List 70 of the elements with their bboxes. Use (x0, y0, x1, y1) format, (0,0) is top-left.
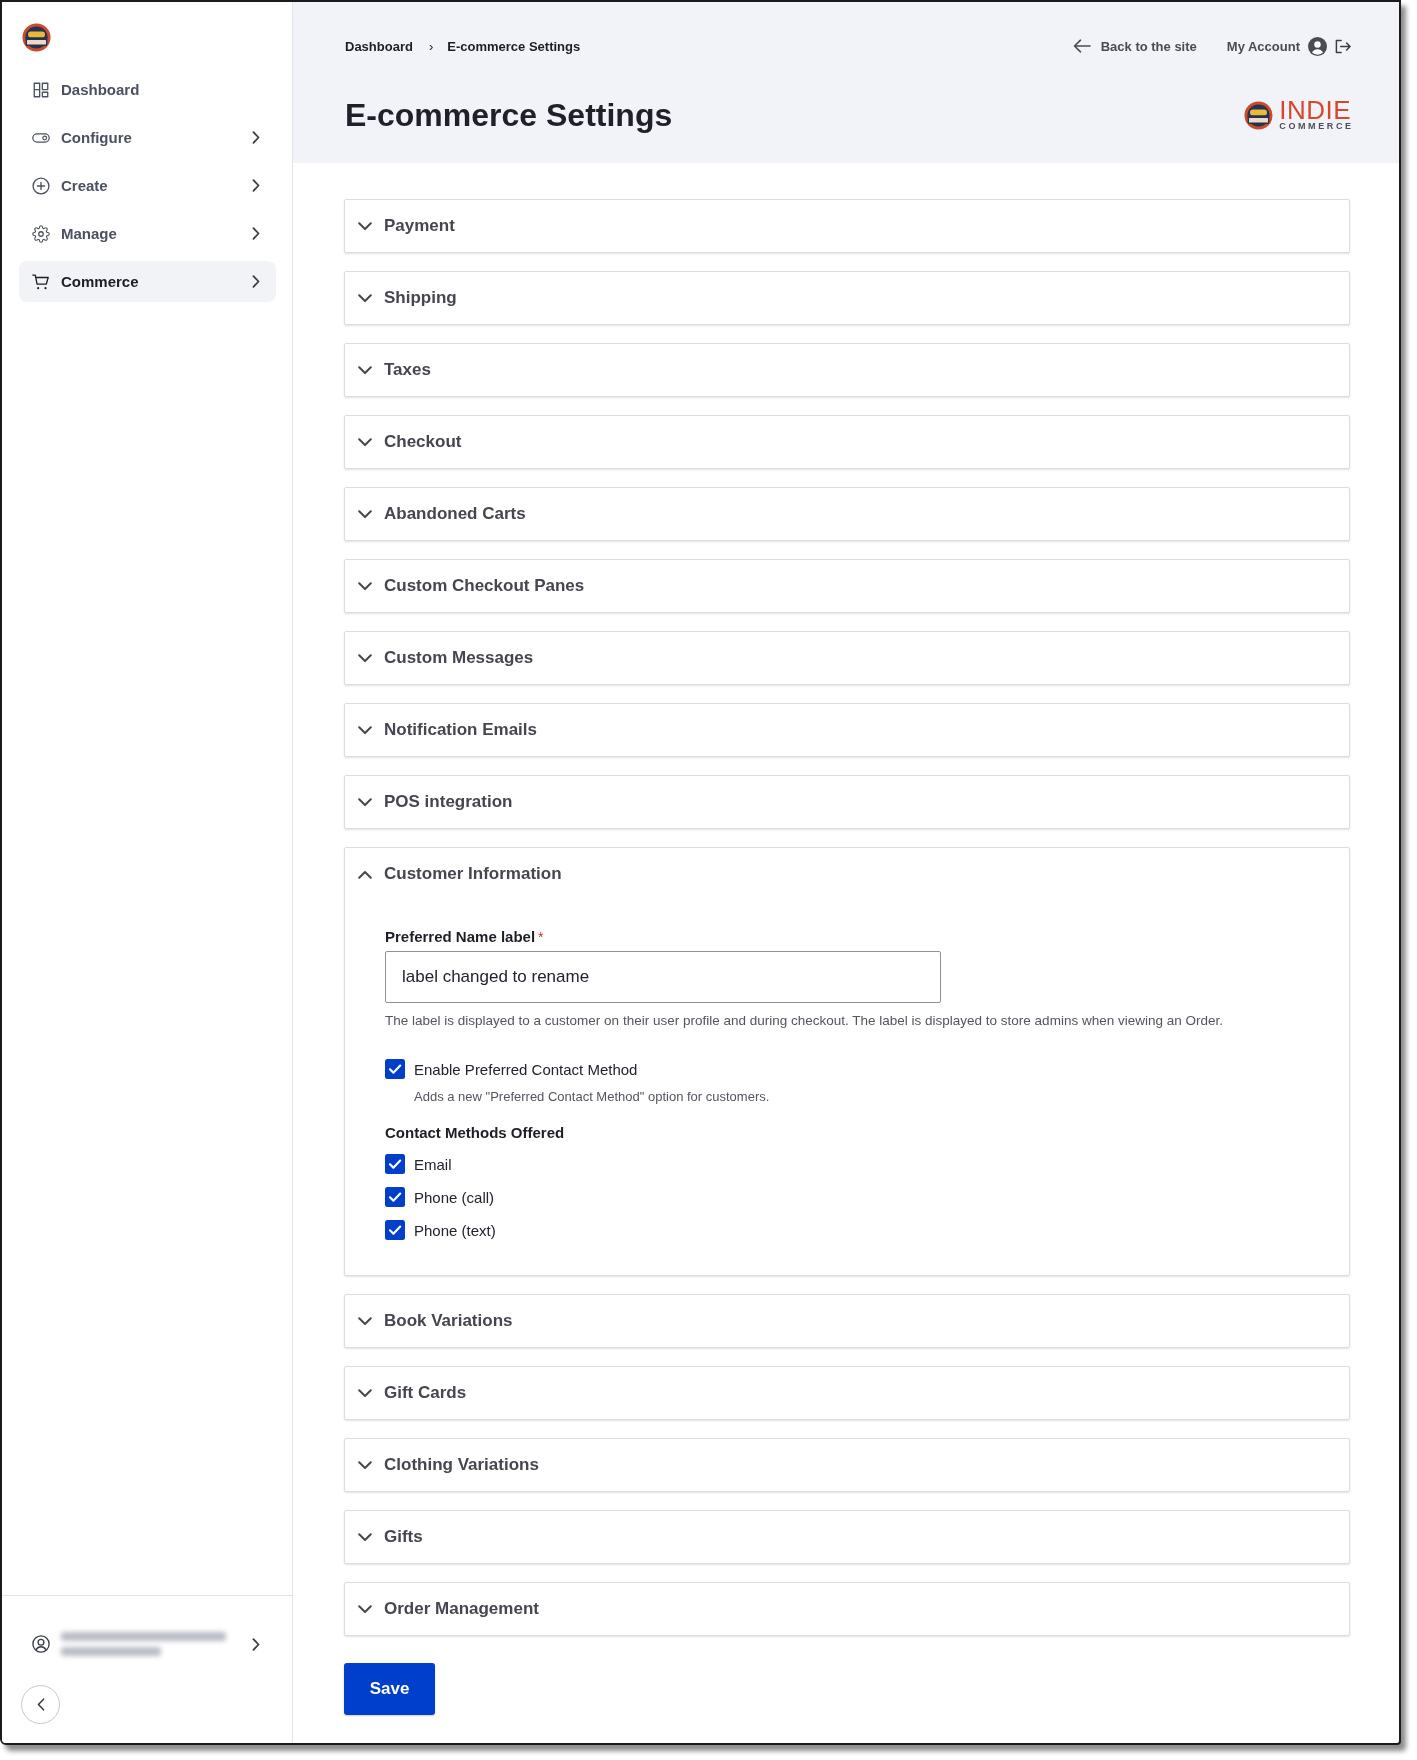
accordion-header[interactable]: Shipping (345, 272, 1349, 324)
arrow-left-icon (1072, 39, 1091, 53)
accordion-header[interactable]: Gifts (345, 1511, 1349, 1563)
save-button[interactable]: Save (344, 1663, 435, 1715)
breadcrumb-separator: › (428, 38, 434, 54)
chevron-down-icon (358, 1388, 372, 1398)
accordion-header[interactable]: Abandoned Carts (345, 488, 1349, 540)
sidebar-item[interactable]: Dashboard (19, 69, 276, 110)
page-title: E-commerce Settings (345, 96, 673, 135)
required-marker: * (538, 928, 544, 946)
plus-circle-icon (32, 176, 50, 195)
user-avatar-icon[interactable] (1308, 36, 1327, 56)
sidebar-item[interactable]: Configure (19, 117, 276, 158)
dashboard-icon (32, 80, 50, 99)
checkbox[interactable] (385, 1187, 405, 1207)
gear-icon (32, 224, 50, 243)
help-text: The label is displayed to a customer on their user profile and during checkout. The label is displayed to store admins when viewing an Order. (385, 1012, 1223, 1030)
accordion-header[interactable]: Payment (345, 200, 1349, 252)
chevron-left-icon (36, 1698, 45, 1711)
my-account-link[interactable]: My Account (1226, 38, 1300, 54)
text-input[interactable]: label changed to rename (385, 951, 941, 1003)
checkbox-label: Email (414, 1155, 452, 1173)
back-to-site-link[interactable]: Back to the site (1072, 38, 1197, 54)
sidebar-item[interactable]: Manage (19, 213, 276, 254)
chevron-down-icon (358, 365, 372, 375)
accordion-header[interactable]: Book Variations (345, 1295, 1349, 1347)
logout-icon[interactable] (1335, 38, 1351, 54)
accordion-header[interactable]: Clothing Variations (345, 1439, 1349, 1491)
accordion-header[interactable]: Taxes (345, 344, 1349, 396)
chevron-up-icon (358, 869, 372, 879)
sidebar-item[interactable]: Create (19, 165, 276, 206)
chevron-down-icon (358, 653, 372, 663)
checkbox[interactable] (385, 1154, 405, 1174)
field-description: Adds a new "Preferred Contact Method" option for customers. (414, 1088, 770, 1106)
accordion-header[interactable]: Custom Checkout Panes (345, 560, 1349, 612)
chevron-down-icon (358, 1316, 372, 1326)
accordion-header[interactable]: Notification Emails (345, 704, 1349, 756)
chevron-down-icon (358, 581, 372, 591)
chevron-down-icon (358, 437, 372, 447)
brand-tagline: COMMERCE (1279, 121, 1354, 131)
chevron-down-icon (358, 1532, 372, 1542)
chevron-down-icon (358, 509, 372, 519)
breadcrumb-link[interactable]: E-commerce Settings (447, 38, 581, 54)
chevron-right-icon[interactable] (252, 1637, 260, 1651)
accordion-header[interactable]: Custom Messages (345, 632, 1349, 684)
books-logo-icon[interactable] (22, 23, 51, 52)
chevron-down-icon (358, 725, 372, 735)
sidebar-item[interactable]: Commerce (19, 261, 276, 302)
checkbox[interactable] (385, 1059, 405, 1079)
fieldset-legend: Contact Methods Offered (385, 1124, 565, 1142)
accordion-header[interactable]: Gift Cards (345, 1367, 1349, 1419)
cart-icon (32, 272, 50, 291)
accordion-header[interactable]: Customer Information (345, 848, 1349, 900)
field-label: Preferred Name label (385, 928, 536, 946)
chevron-down-icon (358, 221, 372, 231)
chevron-down-icon (358, 797, 372, 807)
chevron-down-icon (358, 293, 372, 303)
breadcrumb-link[interactable]: Dashboard (345, 38, 413, 54)
accordion-header[interactable]: Checkout (345, 416, 1349, 468)
books-logo-icon (1244, 100, 1274, 130)
checkbox-label: Phone (text) (414, 1221, 496, 1239)
chevron-down-icon (358, 1460, 372, 1470)
checkbox-label: Enable Preferred Contact Method (414, 1060, 638, 1078)
chevron-down-icon (358, 1604, 372, 1614)
checkbox[interactable] (385, 1220, 405, 1240)
accordion-header[interactable]: Order Management (345, 1583, 1349, 1635)
user-icon[interactable] (32, 1635, 50, 1653)
checkbox-label: Phone (call) (414, 1188, 495, 1206)
brand-name: INDIE (1279, 99, 1351, 121)
accordion-header[interactable]: POS integration (345, 776, 1349, 828)
